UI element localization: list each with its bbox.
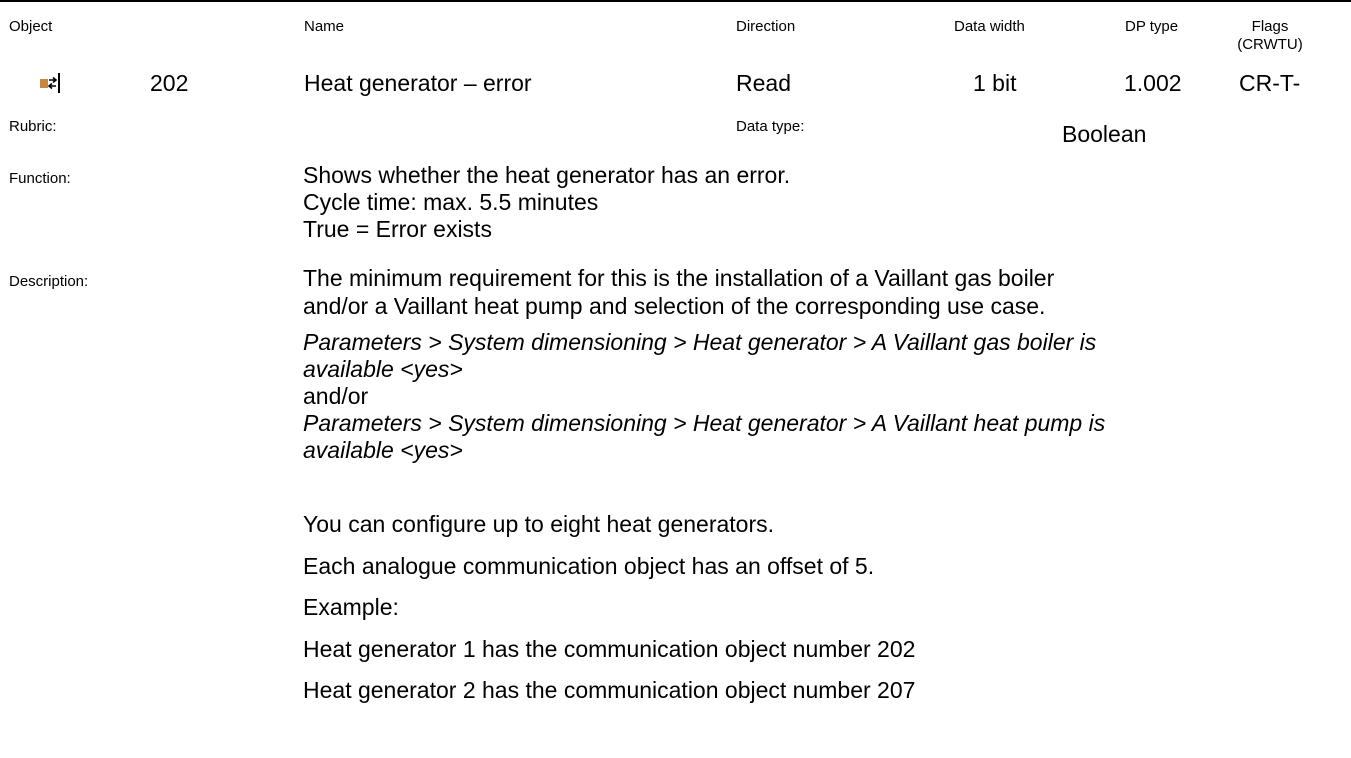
note-line: Heat generator 1 has the communication o… xyxy=(303,636,916,662)
header-flags-label: Flags xyxy=(1251,18,1289,35)
object-name: Heat generator – error xyxy=(304,70,532,96)
object-direction: Read xyxy=(736,70,791,96)
parameter-path: available <yes> xyxy=(303,437,463,463)
parameter-path: Parameters > System dimensioning > Heat … xyxy=(303,410,1106,436)
header-flags: Flags (CRWTU) xyxy=(1230,18,1310,54)
object-data-width: 1 bit xyxy=(973,70,1017,96)
note-line: Example: xyxy=(303,594,399,620)
function-label: Function: xyxy=(9,170,71,187)
function-line: True = Error exists xyxy=(303,216,492,242)
data-type-value: Boolean xyxy=(1062,121,1147,147)
rubric-label: Rubric: xyxy=(9,118,57,135)
header-direction: Direction xyxy=(736,18,796,35)
note-line: Heat generator 2 has the communication o… xyxy=(303,677,916,703)
description-line: and/or a Vaillant heat pump and selectio… xyxy=(303,293,1046,319)
object-io-icon xyxy=(40,73,60,93)
object-number: 202 xyxy=(150,70,189,96)
object-flags: CR-T- xyxy=(1239,70,1301,96)
parameter-path: available <yes> xyxy=(303,356,463,382)
header-object: Object xyxy=(9,18,53,35)
function-line: Cycle time: max. 5.5 minutes xyxy=(303,189,599,215)
data-type-label: Data type: xyxy=(736,118,805,135)
header-dp-type: DP type xyxy=(1125,18,1179,35)
top-rule xyxy=(0,0,1351,2)
function-line: Shows whether the heat generator has an … xyxy=(303,162,791,188)
note-line: You can configure up to eight heat gener… xyxy=(303,511,774,537)
description-label: Description: xyxy=(9,273,89,290)
header-data-width: Data width xyxy=(954,18,1025,35)
object-dp-type: 1.002 xyxy=(1124,70,1182,96)
header-flags-code: (CRWTU) xyxy=(1237,36,1303,53)
and-or-text: and/or xyxy=(303,383,369,409)
description-line: The minimum requirement for this is the … xyxy=(303,265,1055,291)
header-name: Name xyxy=(304,18,345,35)
parameter-path: Parameters > System dimensioning > Heat … xyxy=(303,329,1097,355)
note-line: Each analogue communication object has a… xyxy=(303,553,875,579)
